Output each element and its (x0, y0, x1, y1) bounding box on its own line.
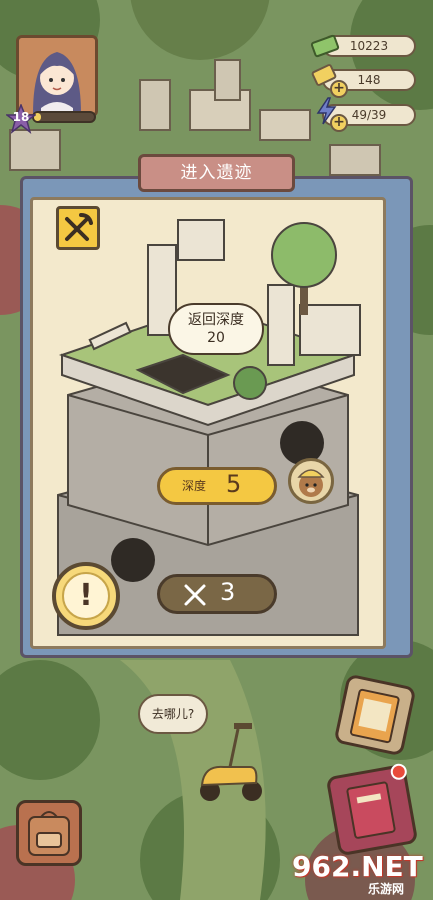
pickaxe-count-pill (157, 574, 277, 614)
notebook-icon (350, 688, 400, 744)
backpack-icon (28, 811, 70, 856)
exclamation-icon[interactable]: ! (62, 572, 110, 620)
mole-miner-icon[interactable] (288, 458, 334, 504)
watermark-logo: 962.NET (292, 850, 423, 883)
modal-title: 进入遗迹 (180, 163, 253, 183)
return-depth-bubble[interactable]: 返回深度 20 (168, 303, 264, 355)
depth-indicator (157, 467, 277, 505)
depth-label: 深度 (182, 479, 207, 493)
journal-icon (346, 781, 396, 839)
return-depth-value: 20 (207, 330, 225, 346)
mole-face (297, 469, 325, 497)
backpack-button[interactable] (16, 800, 82, 866)
xp-progress-bar (32, 111, 96, 123)
pickaxe-wrench-icon (65, 213, 93, 241)
journal-button[interactable] (325, 762, 419, 857)
player-level: 18 (12, 110, 30, 124)
add-energy-button[interactable]: + (330, 114, 348, 132)
scooter-icon[interactable] (190, 715, 270, 805)
watermark-sub: 乐游网 (368, 882, 405, 896)
pickaxe-tool-button[interactable] (56, 206, 100, 250)
depth-value: 5 (226, 470, 242, 498)
pickaxe-icon (184, 584, 206, 606)
pickaxe-count: 3 (220, 578, 236, 606)
cash-icon (310, 34, 340, 58)
notebook-button[interactable] (333, 673, 417, 757)
avatar-portrait (19, 38, 95, 114)
return-depth-label: 返回深度 (188, 312, 244, 328)
